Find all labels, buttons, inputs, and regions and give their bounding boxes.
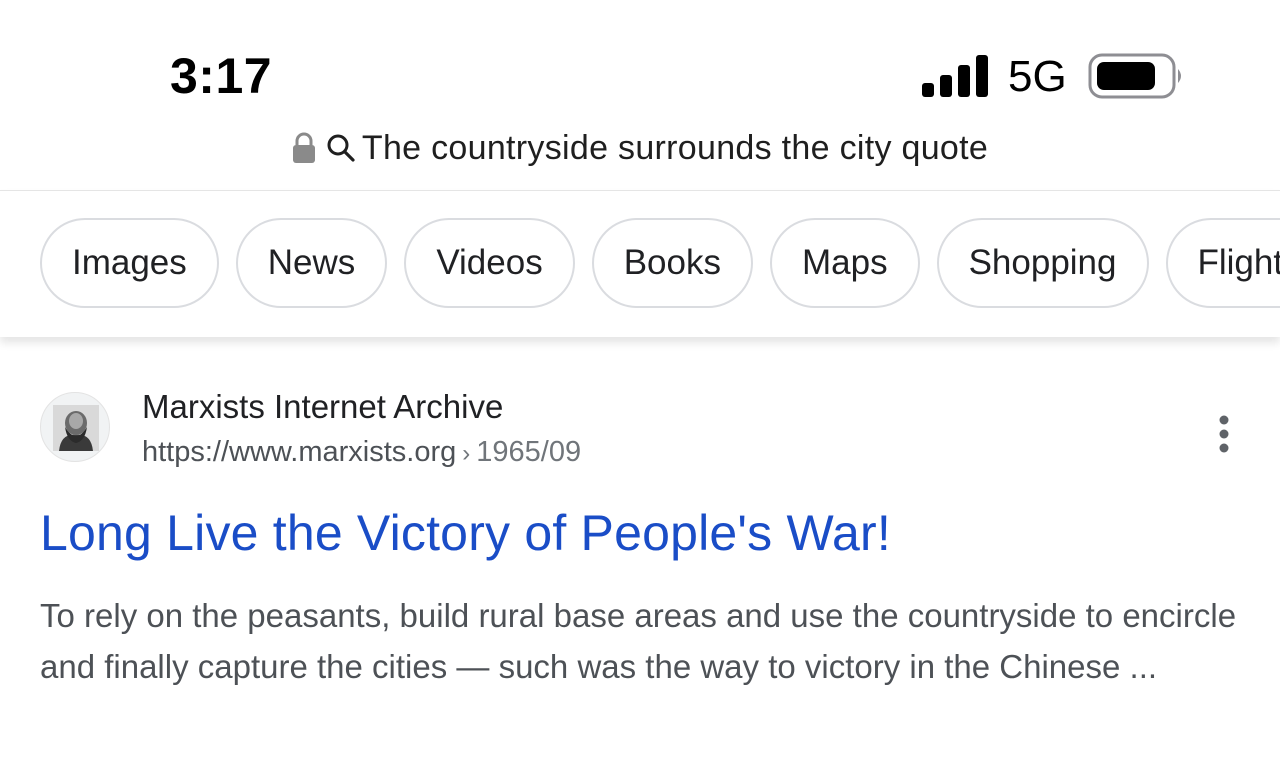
search-filter-bar: Images News Videos Books Maps Shopping F… <box>0 190 1280 337</box>
status-bar: 3:17 5G <box>0 0 1280 110</box>
breadcrumb-separator: › <box>462 440 471 467</box>
result-title-link[interactable]: Long Live the Victory of People's War! <box>40 504 891 562</box>
network-label: 5G <box>1008 52 1067 101</box>
battery-icon <box>1088 53 1181 99</box>
chip-shopping[interactable]: Shopping <box>936 218 1149 308</box>
chip-flights[interactable]: Flights <box>1165 218 1280 308</box>
chip-images[interactable]: Images <box>40 218 219 308</box>
chip-news[interactable]: News <box>235 218 388 308</box>
url-path: 1965/09 <box>476 436 582 468</box>
chip-books[interactable]: Books <box>591 218 753 308</box>
lock-icon <box>292 132 315 163</box>
site-url[interactable]: https://www.marxists.org › 1965/09 <box>142 436 581 469</box>
portrait-icon <box>53 405 99 451</box>
chip-maps[interactable]: Maps <box>769 218 920 308</box>
url-domain: https://www.marxists.org <box>142 436 457 468</box>
status-time: 3:17 <box>170 48 273 104</box>
site-name[interactable]: Marxists Internet Archive <box>142 388 503 426</box>
signal-icon <box>922 55 988 97</box>
result-snippet: To rely on the peasants, build rural bas… <box>40 597 1237 685</box>
address-bar[interactable]: The countryside surrounds the city quote <box>0 122 1280 174</box>
chip-videos[interactable]: Videos <box>404 218 575 308</box>
search-icon <box>327 134 355 162</box>
chip-row: Images News Videos Books Maps Shopping F… <box>40 218 1280 308</box>
search-query: The countryside surrounds the city quote <box>361 128 989 167</box>
more-options-icon[interactable] <box>1208 414 1240 454</box>
site-favicon[interactable] <box>40 392 110 462</box>
